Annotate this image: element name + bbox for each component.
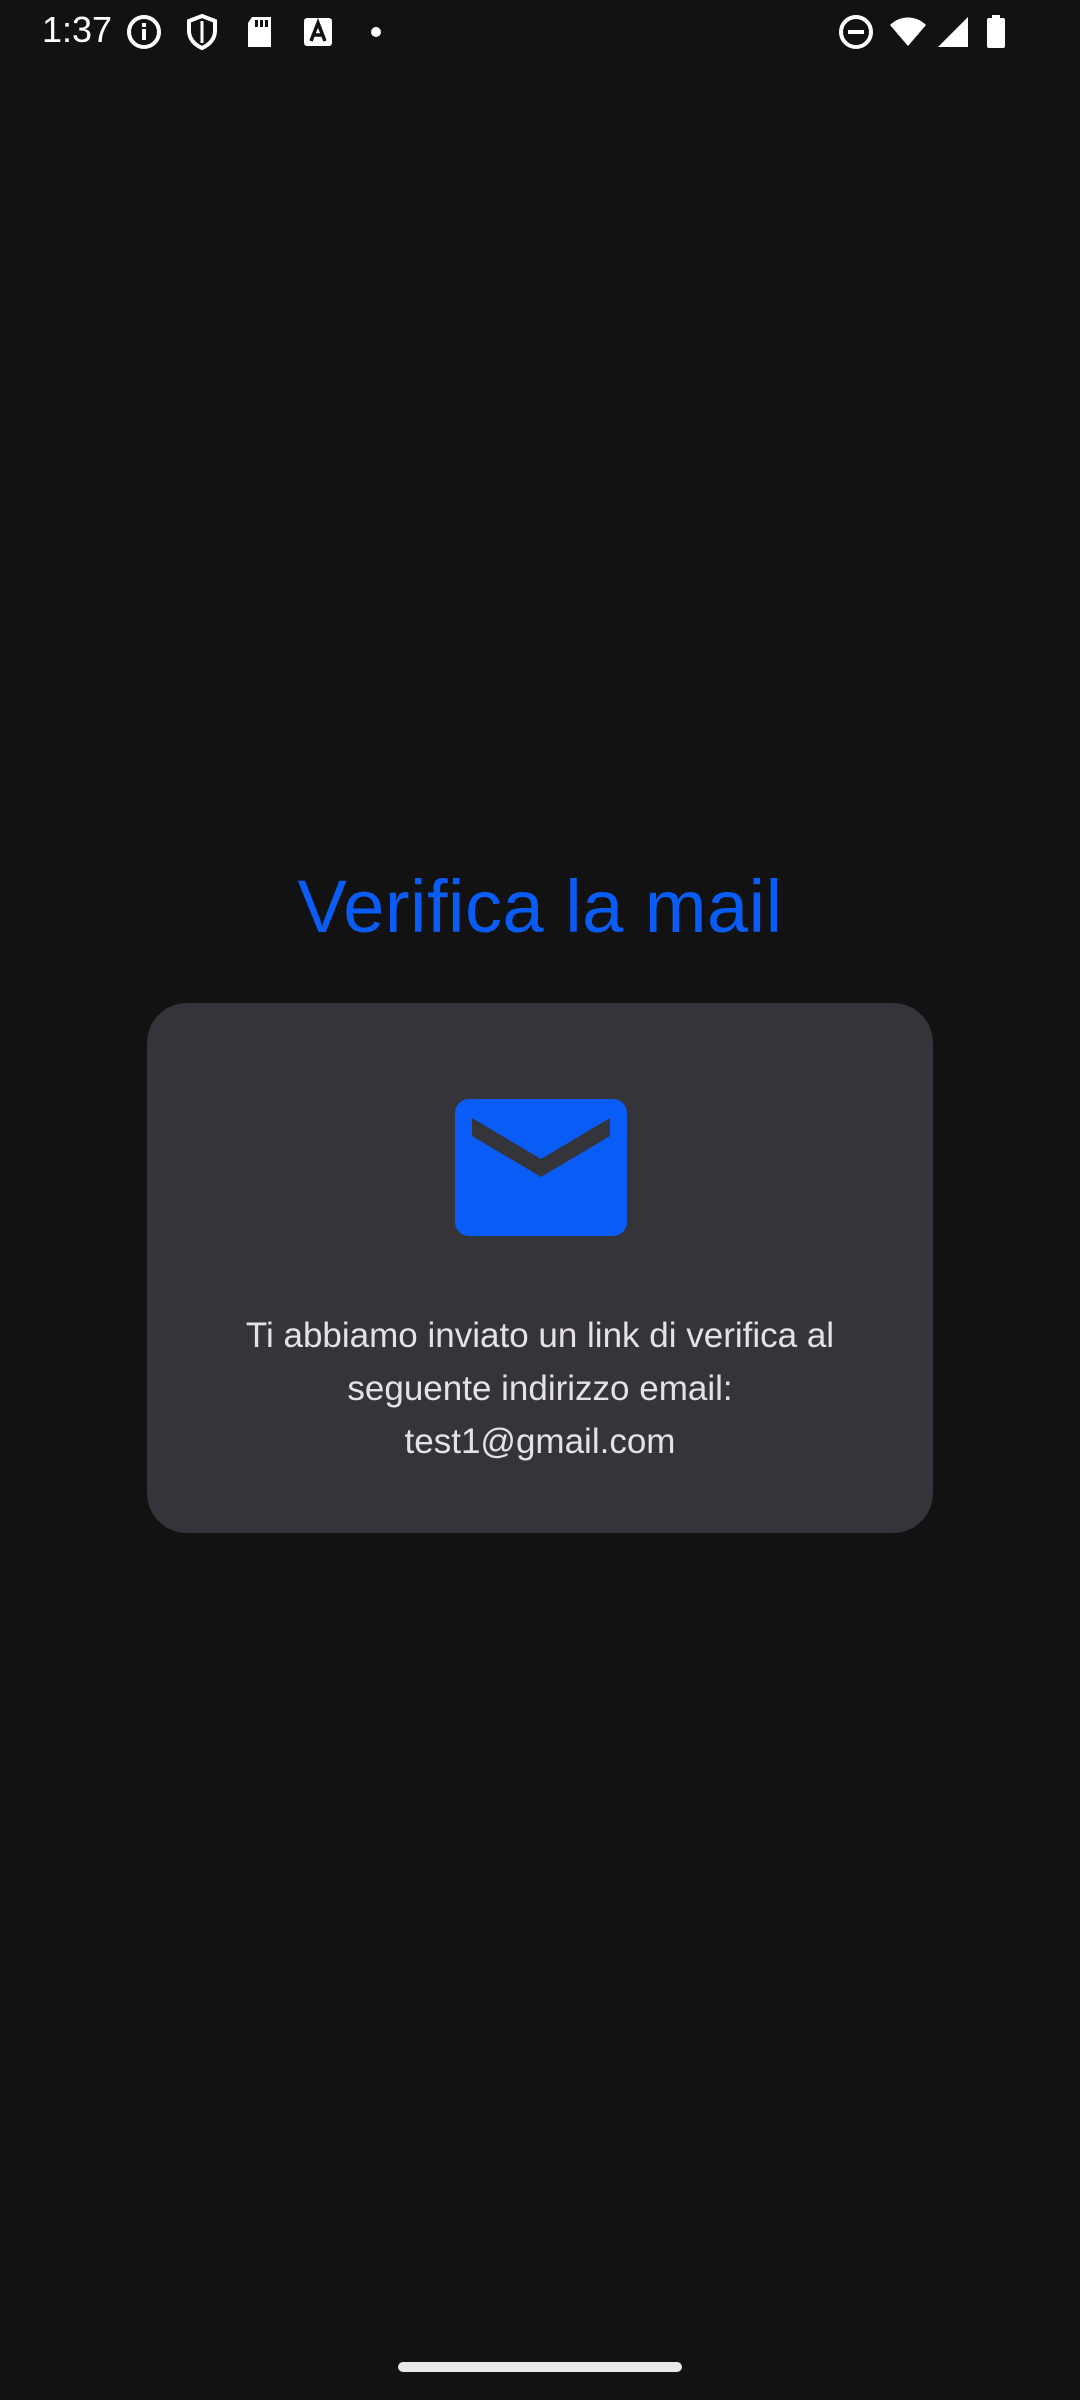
do-not-disturb-icon	[836, 12, 876, 52]
gesture-nav-handle[interactable]	[398, 2362, 682, 2372]
info-icon	[124, 12, 164, 52]
mail-icon	[455, 1099, 627, 1236]
status-bar: 1:37	[0, 0, 1080, 64]
signal-icon	[932, 12, 972, 52]
status-time: 1:37	[42, 9, 113, 50]
notification-dot-icon	[356, 12, 396, 52]
wifi-icon	[888, 12, 928, 52]
shield-icon	[182, 12, 222, 52]
message-line-2: seguente indirizzo email:	[347, 1369, 733, 1408]
email-address: test1@gmail.com	[404, 1422, 676, 1461]
text-a-icon	[298, 12, 338, 52]
message-line-1: Ti abbiamo inviato un link di verifica a…	[245, 1316, 835, 1355]
sd-card-icon	[240, 12, 280, 52]
verification-message: Ti abbiamo inviato un link di verifica a…	[147, 1309, 933, 1468]
page-title: Verifica la mail	[297, 865, 783, 948]
battery-icon	[976, 12, 1016, 52]
